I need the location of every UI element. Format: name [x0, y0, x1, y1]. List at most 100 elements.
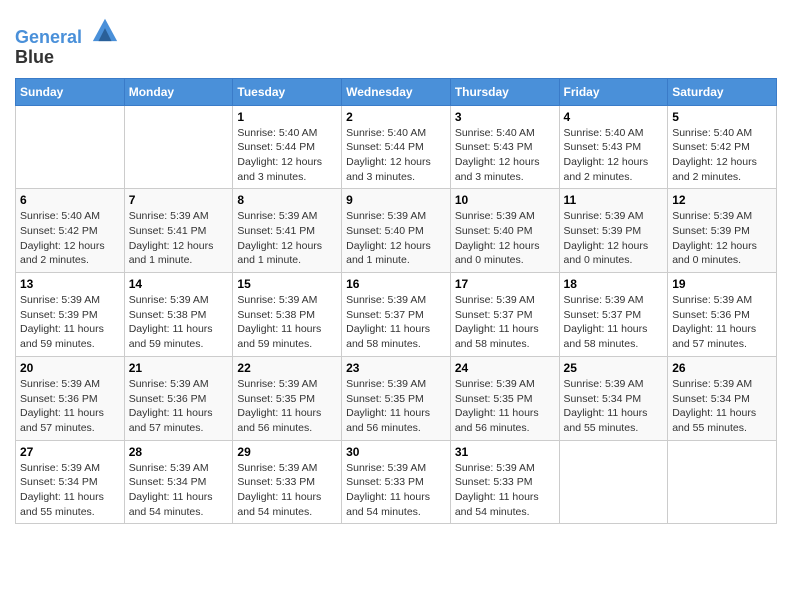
day-number: 14 [129, 277, 229, 291]
calendar-cell: 4 Sunrise: 5:40 AM Sunset: 5:43 PM Daylig… [559, 105, 668, 189]
day-info: Sunrise: 5:39 AM Sunset: 5:38 PM Dayligh… [129, 293, 229, 352]
calendar-cell: 6 Sunrise: 5:40 AM Sunset: 5:42 PM Daylig… [16, 189, 125, 273]
day-number: 4 [564, 110, 664, 124]
day-number: 25 [564, 361, 664, 375]
week-row-1: 1 Sunrise: 5:40 AM Sunset: 5:44 PM Daylig… [16, 105, 777, 189]
week-row-5: 27 Sunrise: 5:39 AM Sunset: 5:34 PM Dayli… [16, 440, 777, 524]
day-number: 27 [20, 445, 120, 459]
day-info: Sunrise: 5:40 AM Sunset: 5:43 PM Dayligh… [455, 126, 555, 185]
day-info: Sunrise: 5:39 AM Sunset: 5:41 PM Dayligh… [129, 209, 229, 268]
calendar-cell: 20 Sunrise: 5:39 AM Sunset: 5:36 PM Dayli… [16, 356, 125, 440]
calendar-cell [124, 105, 233, 189]
day-number: 5 [672, 110, 772, 124]
calendar-cell: 9 Sunrise: 5:39 AM Sunset: 5:40 PM Daylig… [342, 189, 451, 273]
calendar-cell [16, 105, 125, 189]
day-number: 8 [237, 193, 337, 207]
day-info: Sunrise: 5:39 AM Sunset: 5:34 PM Dayligh… [20, 461, 120, 520]
day-info: Sunrise: 5:39 AM Sunset: 5:33 PM Dayligh… [237, 461, 337, 520]
calendar-cell: 22Sunrise: 5:39 AM Sunset: 5:35 PM Dayli… [233, 356, 342, 440]
calendar-cell: 17Sunrise: 5:39 AM Sunset: 5:37 PM Dayli… [450, 273, 559, 357]
calendar-cell: 7 Sunrise: 5:39 AM Sunset: 5:41 PM Daylig… [124, 189, 233, 273]
day-info: Sunrise: 5:39 AM Sunset: 5:35 PM Dayligh… [455, 377, 555, 436]
day-info: Sunrise: 5:40 AM Sunset: 5:42 PM Dayligh… [20, 209, 120, 268]
day-info: Sunrise: 5:39 AM Sunset: 5:40 PM Dayligh… [455, 209, 555, 268]
day-number: 26 [672, 361, 772, 375]
day-number: 10 [455, 193, 555, 207]
day-info: Sunrise: 5:39 AM Sunset: 5:34 PM Dayligh… [129, 461, 229, 520]
calendar-cell: 15Sunrise: 5:39 AM Sunset: 5:38 PM Dayli… [233, 273, 342, 357]
day-info: Sunrise: 5:40 AM Sunset: 5:43 PM Dayligh… [564, 126, 664, 185]
calendar-cell: 30 Sunrise: 5:39 AM Sunset: 5:33 PM Dayli… [342, 440, 451, 524]
day-number: 18 [564, 277, 664, 291]
calendar-cell: 3 Sunrise: 5:40 AM Sunset: 5:43 PM Daylig… [450, 105, 559, 189]
day-number: 28 [129, 445, 229, 459]
day-header-saturday: Saturday [668, 78, 777, 105]
day-info: Sunrise: 5:39 AM Sunset: 5:34 PM Dayligh… [564, 377, 664, 436]
day-number: 6 [20, 193, 120, 207]
day-info: Sunrise: 5:39 AM Sunset: 5:36 PM Dayligh… [129, 377, 229, 436]
week-row-3: 13Sunrise: 5:39 AM Sunset: 5:39 PM Dayli… [16, 273, 777, 357]
calendar-cell: 19Sunrise: 5:39 AM Sunset: 5:36 PM Dayli… [668, 273, 777, 357]
day-header-friday: Friday [559, 78, 668, 105]
day-info: Sunrise: 5:40 AM Sunset: 5:44 PM Dayligh… [237, 126, 337, 185]
calendar-cell [559, 440, 668, 524]
day-number: 12 [672, 193, 772, 207]
day-header-monday: Monday [124, 78, 233, 105]
calendar-cell: 29Sunrise: 5:39 AM Sunset: 5:33 PM Dayli… [233, 440, 342, 524]
day-info: Sunrise: 5:39 AM Sunset: 5:37 PM Dayligh… [346, 293, 446, 352]
calendar-cell: 26 Sunrise: 5:39 AM Sunset: 5:34 PM Dayli… [668, 356, 777, 440]
day-number: 30 [346, 445, 446, 459]
day-info: Sunrise: 5:39 AM Sunset: 5:37 PM Dayligh… [564, 293, 664, 352]
day-number: 19 [672, 277, 772, 291]
day-number: 7 [129, 193, 229, 207]
calendar-cell: 31 Sunrise: 5:39 AM Sunset: 5:33 PM Dayli… [450, 440, 559, 524]
day-number: 1 [237, 110, 337, 124]
day-number: 16 [346, 277, 446, 291]
day-info: Sunrise: 5:39 AM Sunset: 5:33 PM Dayligh… [346, 461, 446, 520]
day-number: 2 [346, 110, 446, 124]
day-info: Sunrise: 5:39 AM Sunset: 5:35 PM Dayligh… [346, 377, 446, 436]
day-info: Sunrise: 5:40 AM Sunset: 5:44 PM Dayligh… [346, 126, 446, 185]
calendar-cell: 5 Sunrise: 5:40 AM Sunset: 5:42 PM Daylig… [668, 105, 777, 189]
day-info: Sunrise: 5:39 AM Sunset: 5:34 PM Dayligh… [672, 377, 772, 436]
day-info: Sunrise: 5:40 AM Sunset: 5:42 PM Dayligh… [672, 126, 772, 185]
calendar-cell: 27 Sunrise: 5:39 AM Sunset: 5:34 PM Dayli… [16, 440, 125, 524]
page-header: General Blue [15, 15, 777, 68]
calendar-cell: 8 Sunrise: 5:39 AM Sunset: 5:41 PM Daylig… [233, 189, 342, 273]
day-number: 11 [564, 193, 664, 207]
day-number: 13 [20, 277, 120, 291]
calendar-cell: 12 Sunrise: 5:39 AM Sunset: 5:39 PM Dayli… [668, 189, 777, 273]
calendar-cell: 13Sunrise: 5:39 AM Sunset: 5:39 PM Dayli… [16, 273, 125, 357]
day-number: 21 [129, 361, 229, 375]
logo-text: General Blue [15, 15, 119, 68]
day-number: 17 [455, 277, 555, 291]
day-number: 24 [455, 361, 555, 375]
day-info: Sunrise: 5:39 AM Sunset: 5:40 PM Dayligh… [346, 209, 446, 268]
calendar-cell: 1 Sunrise: 5:40 AM Sunset: 5:44 PM Daylig… [233, 105, 342, 189]
calendar-cell: 11Sunrise: 5:39 AM Sunset: 5:39 PM Dayli… [559, 189, 668, 273]
calendar-cell [668, 440, 777, 524]
day-number: 9 [346, 193, 446, 207]
calendar-cell: 16 Sunrise: 5:39 AM Sunset: 5:37 PM Dayli… [342, 273, 451, 357]
calendar-cell: 18 Sunrise: 5:39 AM Sunset: 5:37 PM Dayli… [559, 273, 668, 357]
day-number: 15 [237, 277, 337, 291]
day-info: Sunrise: 5:39 AM Sunset: 5:33 PM Dayligh… [455, 461, 555, 520]
calendar-cell: 25 Sunrise: 5:39 AM Sunset: 5:34 PM Dayli… [559, 356, 668, 440]
day-header-thursday: Thursday [450, 78, 559, 105]
day-header-tuesday: Tuesday [233, 78, 342, 105]
calendar-cell: 21 Sunrise: 5:39 AM Sunset: 5:36 PM Dayli… [124, 356, 233, 440]
day-number: 31 [455, 445, 555, 459]
day-info: Sunrise: 5:39 AM Sunset: 5:41 PM Dayligh… [237, 209, 337, 268]
day-number: 20 [20, 361, 120, 375]
day-header-wednesday: Wednesday [342, 78, 451, 105]
day-info: Sunrise: 5:39 AM Sunset: 5:35 PM Dayligh… [237, 377, 337, 436]
week-row-2: 6 Sunrise: 5:40 AM Sunset: 5:42 PM Daylig… [16, 189, 777, 273]
calendar-cell: 2 Sunrise: 5:40 AM Sunset: 5:44 PM Daylig… [342, 105, 451, 189]
day-info: Sunrise: 5:39 AM Sunset: 5:36 PM Dayligh… [20, 377, 120, 436]
day-info: Sunrise: 5:39 AM Sunset: 5:39 PM Dayligh… [672, 209, 772, 268]
calendar-table: SundayMondayTuesdayWednesdayThursdayFrid… [15, 78, 777, 525]
day-number: 23 [346, 361, 446, 375]
week-row-4: 20 Sunrise: 5:39 AM Sunset: 5:36 PM Dayli… [16, 356, 777, 440]
day-number: 3 [455, 110, 555, 124]
calendar-cell: 24 Sunrise: 5:39 AM Sunset: 5:35 PM Dayli… [450, 356, 559, 440]
